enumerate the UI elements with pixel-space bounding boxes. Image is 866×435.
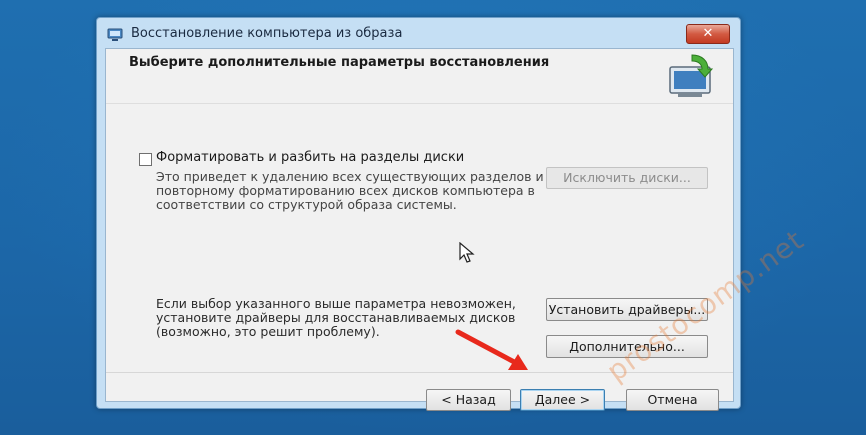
- red-arrow-annotation: [452, 326, 542, 376]
- window-title: Восстановление компьютера из образа: [131, 26, 403, 41]
- title-bar[interactable]: Восстановление компьютера из образа ✕: [97, 18, 740, 48]
- format-disks-checkbox[interactable]: [139, 153, 152, 166]
- description-line: Это приведет к удалению всех существующи…: [156, 169, 544, 184]
- page-title: Выберите дополнительные параметры восста…: [129, 55, 550, 70]
- description-line: соответствии со структурой образа систем…: [156, 197, 457, 212]
- description-line: повторному форматированию всех дисков ко…: [156, 183, 535, 198]
- format-disks-label[interactable]: Форматировать и разбить на разделы диски: [156, 150, 464, 165]
- close-button[interactable]: ✕: [686, 24, 730, 44]
- description-line: Если выбор указанного выше параметра нев…: [156, 296, 516, 311]
- app-icon: [107, 27, 123, 41]
- close-icon: ✕: [702, 26, 714, 41]
- back-button[interactable]: < Назад: [426, 389, 511, 411]
- mouse-cursor-icon: [459, 241, 475, 264]
- exclude-disks-button[interactable]: Исключить диски...: [546, 167, 708, 189]
- next-button[interactable]: Далее >: [520, 389, 605, 411]
- description-line: установите драйверы для восстанавливаемы…: [156, 310, 516, 325]
- header-divider: [106, 103, 733, 104]
- backup-restore-icon: [664, 51, 720, 99]
- cancel-button[interactable]: Отмена: [626, 389, 719, 411]
- format-disks-description: Это приведет к удалению всех существующи…: [156, 170, 546, 212]
